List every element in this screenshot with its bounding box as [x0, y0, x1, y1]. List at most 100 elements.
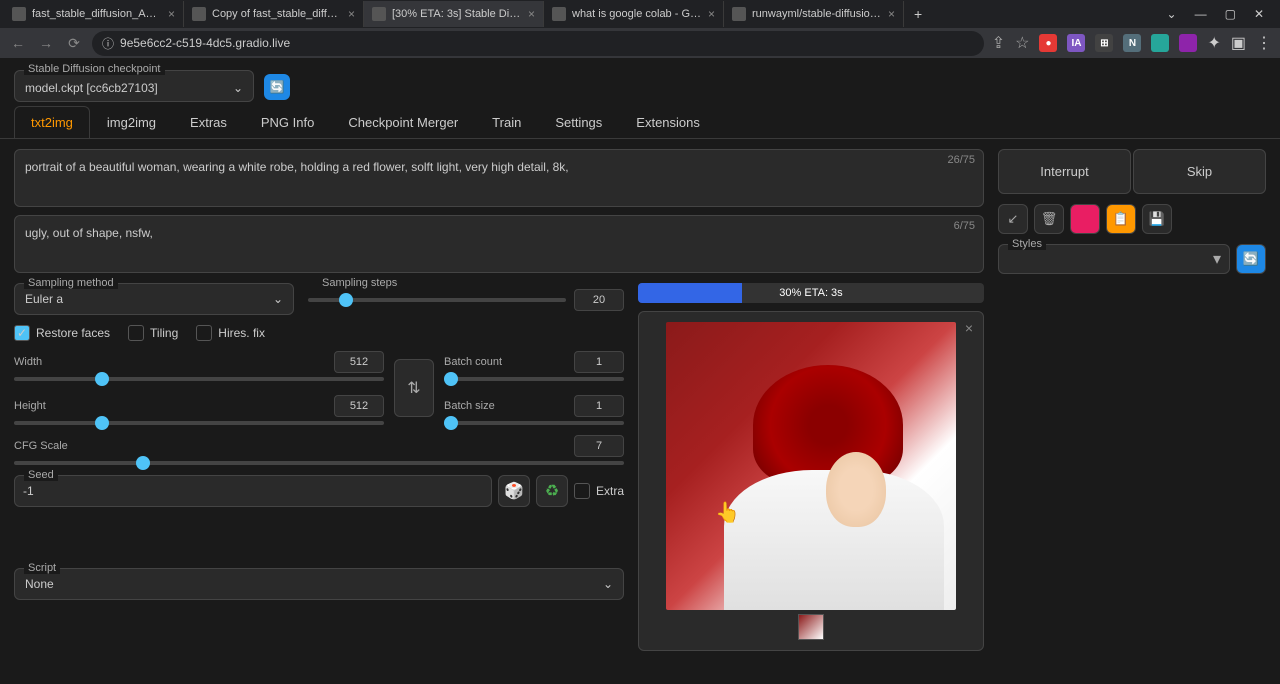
- url-input[interactable]: ⓘ 9e5e6cc2-c519-4dc5.gradio.live: [92, 31, 984, 56]
- chevron-down-icon[interactable]: ⌄: [1167, 7, 1177, 21]
- thumbnail-image[interactable]: [798, 614, 824, 640]
- extension-icon[interactable]: [1179, 34, 1197, 52]
- batch-count-slider[interactable]: [444, 377, 624, 381]
- tab-favicon: [552, 7, 566, 21]
- new-tab-button[interactable]: +: [904, 6, 932, 22]
- tab-train[interactable]: Train: [475, 106, 538, 138]
- batch-count-input[interactable]: 1: [574, 351, 624, 373]
- reuse-seed-button[interactable]: ♻: [536, 475, 568, 507]
- trash-icon[interactable]: 🗑: [1034, 204, 1064, 234]
- tab-txt2img[interactable]: txt2img: [14, 106, 90, 138]
- seed-input[interactable]: -1: [14, 475, 492, 507]
- checkbox-icon: [128, 325, 144, 341]
- random-seed-button[interactable]: 🎲: [498, 475, 530, 507]
- checkpoint-label: Stable Diffusion checkpoint: [24, 63, 165, 75]
- url-text: 9e5e6cc2-c519-4dc5.gradio.live: [120, 36, 290, 50]
- cfg-input[interactable]: 7: [574, 435, 624, 457]
- prompt-input[interactable]: 26/75 portrait of a beautiful woman, wea…: [14, 149, 984, 207]
- tab-extensions[interactable]: Extensions: [619, 106, 717, 138]
- tab-favicon: [372, 7, 386, 21]
- generated-image[interactable]: [666, 322, 956, 610]
- tab-img2img[interactable]: img2img: [90, 106, 173, 138]
- share-icon[interactable]: ⇪: [992, 33, 1005, 53]
- browser-tab-strip: fast_stable_diffusion_AUTOM × Copy of fas…: [0, 0, 1280, 28]
- back-icon[interactable]: ←: [8, 35, 28, 51]
- tab-title: Copy of fast_stable_diffusion: [212, 8, 342, 20]
- sampling-steps-input[interactable]: 20: [574, 289, 624, 311]
- browser-tab[interactable]: [30% ETA: 3s] Stable Diffusion ×: [364, 1, 544, 27]
- checkbox-label: Hires. fix: [218, 326, 265, 340]
- refresh-styles-button[interactable]: 🔄: [1236, 244, 1266, 274]
- width-slider[interactable]: [14, 377, 384, 381]
- swap-dimensions-button[interactable]: ⇅: [394, 359, 434, 417]
- skip-button[interactable]: Skip: [1133, 149, 1266, 194]
- styles-label: Styles: [1008, 238, 1046, 250]
- close-icon[interactable]: ×: [348, 7, 355, 21]
- browser-tab[interactable]: fast_stable_diffusion_AUTOM ×: [4, 1, 184, 27]
- extra-seed-checkbox[interactable]: Extra: [574, 483, 624, 499]
- progress-text: 30% ETA: 3s: [638, 283, 984, 303]
- sampling-method-value: Euler a: [25, 292, 63, 306]
- browser-tab[interactable]: runwayml/stable-diffusion-v1×: [724, 1, 904, 27]
- maximize-icon[interactable]: ▢: [1225, 7, 1236, 21]
- minimize-icon[interactable]: —: [1195, 7, 1207, 21]
- tab-extras[interactable]: Extras: [173, 106, 244, 138]
- batch-size-label: Batch size: [444, 400, 495, 412]
- close-icon[interactable]: ×: [888, 7, 895, 21]
- chevron-down-icon: ⌄: [233, 81, 243, 95]
- browser-tab[interactable]: what is google colab - Googl×: [544, 1, 724, 27]
- chevron-down-icon: ⌄: [603, 577, 613, 591]
- extension-icon[interactable]: IA: [1067, 34, 1085, 52]
- tab-pnginfo[interactable]: PNG Info: [244, 106, 331, 138]
- reload-icon[interactable]: ⟳: [64, 35, 84, 52]
- close-icon[interactable]: ×: [708, 7, 715, 21]
- negative-prompt-input[interactable]: 6/75 ugly, out of shape, nsfw,: [14, 215, 984, 273]
- site-info-icon[interactable]: ⓘ: [102, 35, 114, 52]
- close-window-icon[interactable]: ✕: [1254, 7, 1264, 21]
- bookmark-icon[interactable]: ☆: [1015, 33, 1029, 53]
- arrow-icon[interactable]: ↙: [998, 204, 1028, 234]
- height-slider[interactable]: [14, 421, 384, 425]
- tab-checkpoint-merger[interactable]: Checkpoint Merger: [331, 106, 475, 138]
- output-image-panel: ×: [638, 311, 984, 651]
- tab-title: fast_stable_diffusion_AUTOM: [32, 8, 162, 20]
- interrupt-button[interactable]: Interrupt: [998, 149, 1131, 194]
- extension-icon[interactable]: ⊞: [1095, 34, 1113, 52]
- close-icon[interactable]: ×: [168, 7, 175, 21]
- cfg-slider[interactable]: [14, 461, 624, 465]
- menu-icon[interactable]: ⋮: [1256, 33, 1272, 53]
- height-input[interactable]: 512: [334, 395, 384, 417]
- browser-tab[interactable]: Copy of fast_stable_diffusion ×: [184, 1, 364, 27]
- style-apply-icon[interactable]: [1070, 204, 1100, 234]
- batch-size-slider[interactable]: [444, 421, 624, 425]
- chevron-down-icon: ⌄: [273, 292, 283, 306]
- script-select[interactable]: None ⌄: [14, 568, 624, 600]
- checkbox-label: Extra: [596, 484, 624, 498]
- save-style-icon[interactable]: 💾: [1142, 204, 1172, 234]
- hires-fix-checkbox[interactable]: Hires. fix: [196, 325, 265, 341]
- sampling-method-label: Sampling method: [24, 277, 118, 289]
- width-input[interactable]: 512: [334, 351, 384, 373]
- extension-icon[interactable]: ●: [1039, 34, 1057, 52]
- checkpoint-value: model.ckpt [cc6cb27103]: [25, 81, 158, 95]
- extension-icon[interactable]: [1151, 34, 1169, 52]
- batch-size-input[interactable]: 1: [574, 395, 624, 417]
- tab-title: [30% ETA: 3s] Stable Diffusion: [392, 8, 522, 20]
- width-label: Width: [14, 356, 42, 368]
- tiling-checkbox[interactable]: Tiling: [128, 325, 178, 341]
- restore-faces-checkbox[interactable]: ✓Restore faces: [14, 325, 110, 341]
- tab-settings[interactable]: Settings: [538, 106, 619, 138]
- checkbox-icon: ✓: [14, 325, 30, 341]
- sidepanel-icon[interactable]: ▣: [1231, 33, 1246, 53]
- seed-label: Seed: [24, 469, 58, 481]
- extensions-icon[interactable]: ✦: [1207, 33, 1220, 53]
- close-icon[interactable]: ×: [965, 320, 973, 336]
- clipboard-icon[interactable]: 📋: [1106, 204, 1136, 234]
- close-icon[interactable]: ×: [528, 7, 535, 21]
- height-label: Height: [14, 400, 46, 412]
- sampling-steps-slider[interactable]: [308, 298, 566, 302]
- refresh-checkpoint-button[interactable]: 🔄: [264, 74, 290, 100]
- token-count: 6/75: [954, 220, 975, 232]
- tab-favicon: [732, 7, 746, 21]
- extension-icon[interactable]: N: [1123, 34, 1141, 52]
